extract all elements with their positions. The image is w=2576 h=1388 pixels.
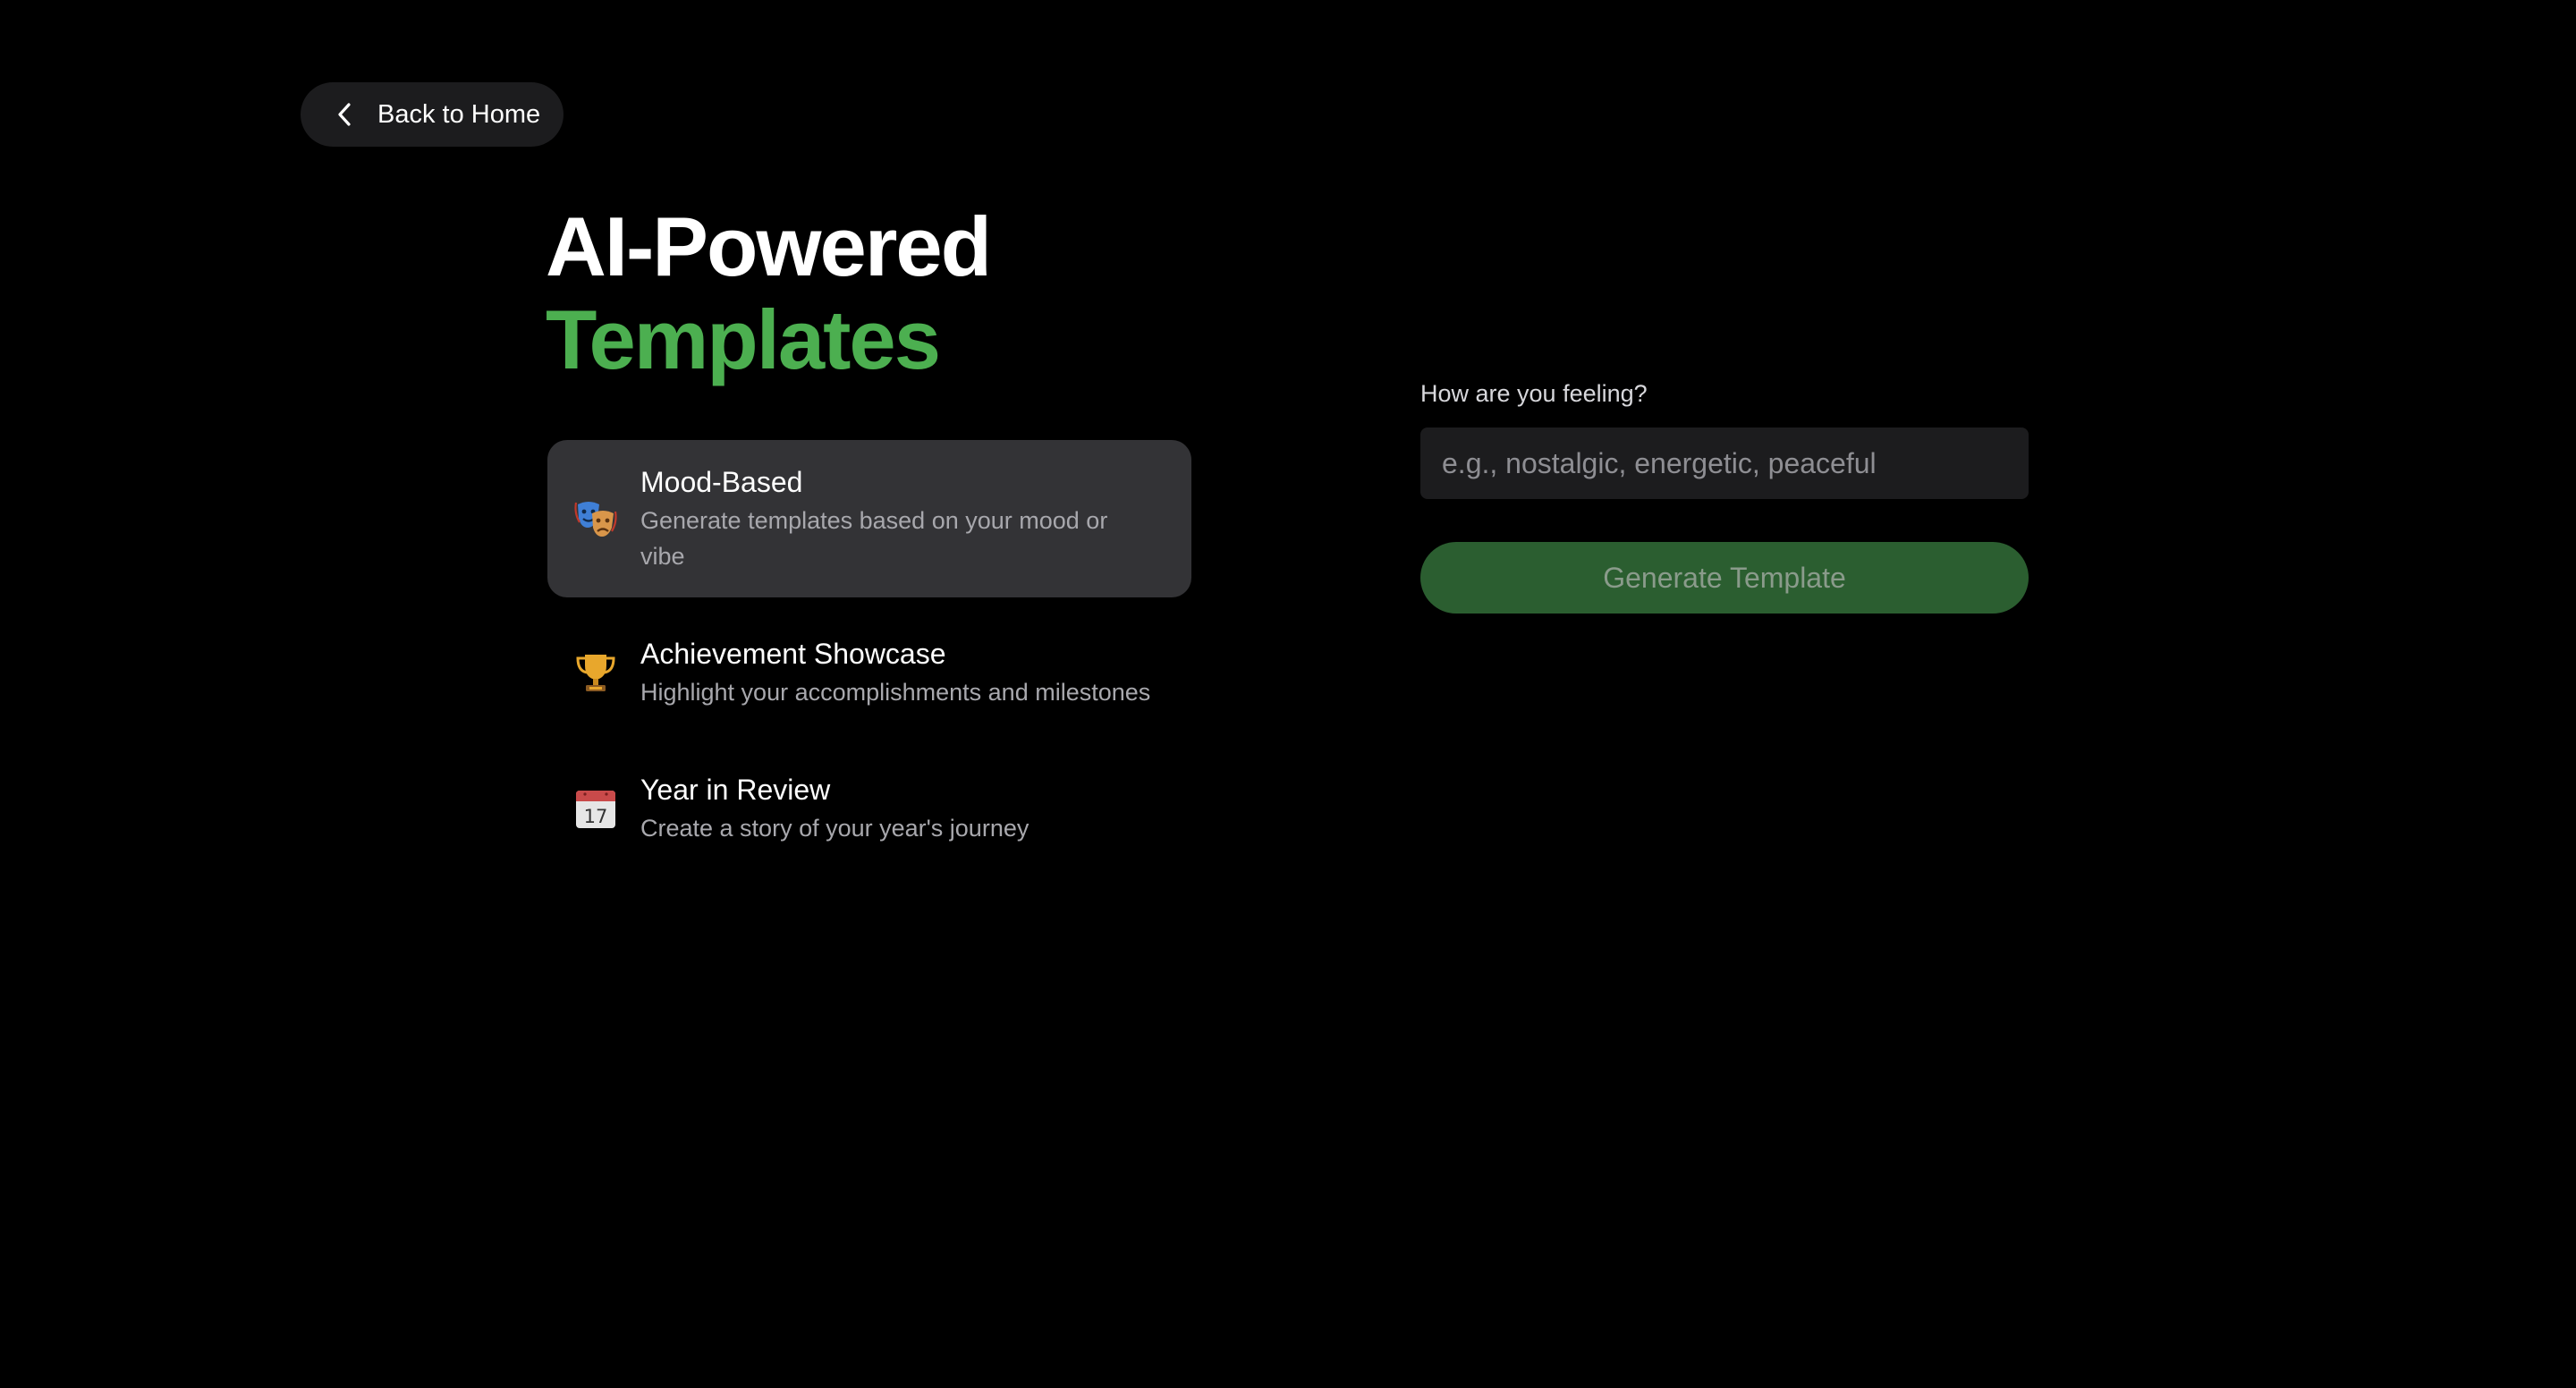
calendar-icon: 17 [572, 785, 619, 832]
theater-masks-icon [572, 495, 619, 542]
mood-field-label: How are you feeling? [1420, 380, 1648, 407]
generate-template-button[interactable]: Generate Template [1420, 542, 2029, 614]
template-option-achievement-showcase[interactable]: Achievement Showcase Highlight your acco… [547, 612, 1191, 733]
template-generator-form: How are you feeling? Generate Template [1420, 377, 2029, 614]
calendar-icon-day: 17 [584, 806, 608, 827]
trophy-icon [572, 649, 619, 696]
back-to-home-button[interactable]: Back to Home [301, 82, 564, 147]
template-option-title: Achievement Showcase [640, 638, 946, 670]
template-option-mood-based[interactable]: Mood-Based Generate templates based on y… [547, 440, 1191, 597]
template-type-list: Mood-Based Generate templates based on y… [547, 440, 1191, 884]
chevron-left-icon [333, 103, 356, 126]
template-option-description: Highlight your accomplishments and miles… [640, 679, 1151, 706]
template-option-title: Mood-Based [640, 466, 803, 498]
page-title-line2: Templates [546, 292, 941, 386]
mood-input[interactable] [1420, 427, 2029, 499]
template-option-description: Create a story of your year's journey [640, 815, 1030, 842]
back-to-home-label: Back to Home [377, 99, 541, 129]
template-option-description: Generate templates based on your mood or… [640, 507, 1108, 570]
template-option-title: Year in Review [640, 774, 831, 806]
template-option-year-in-review[interactable]: 17 Year in Review Create a story of your… [547, 748, 1191, 869]
page-title-line1: AI-Powered [546, 199, 992, 293]
